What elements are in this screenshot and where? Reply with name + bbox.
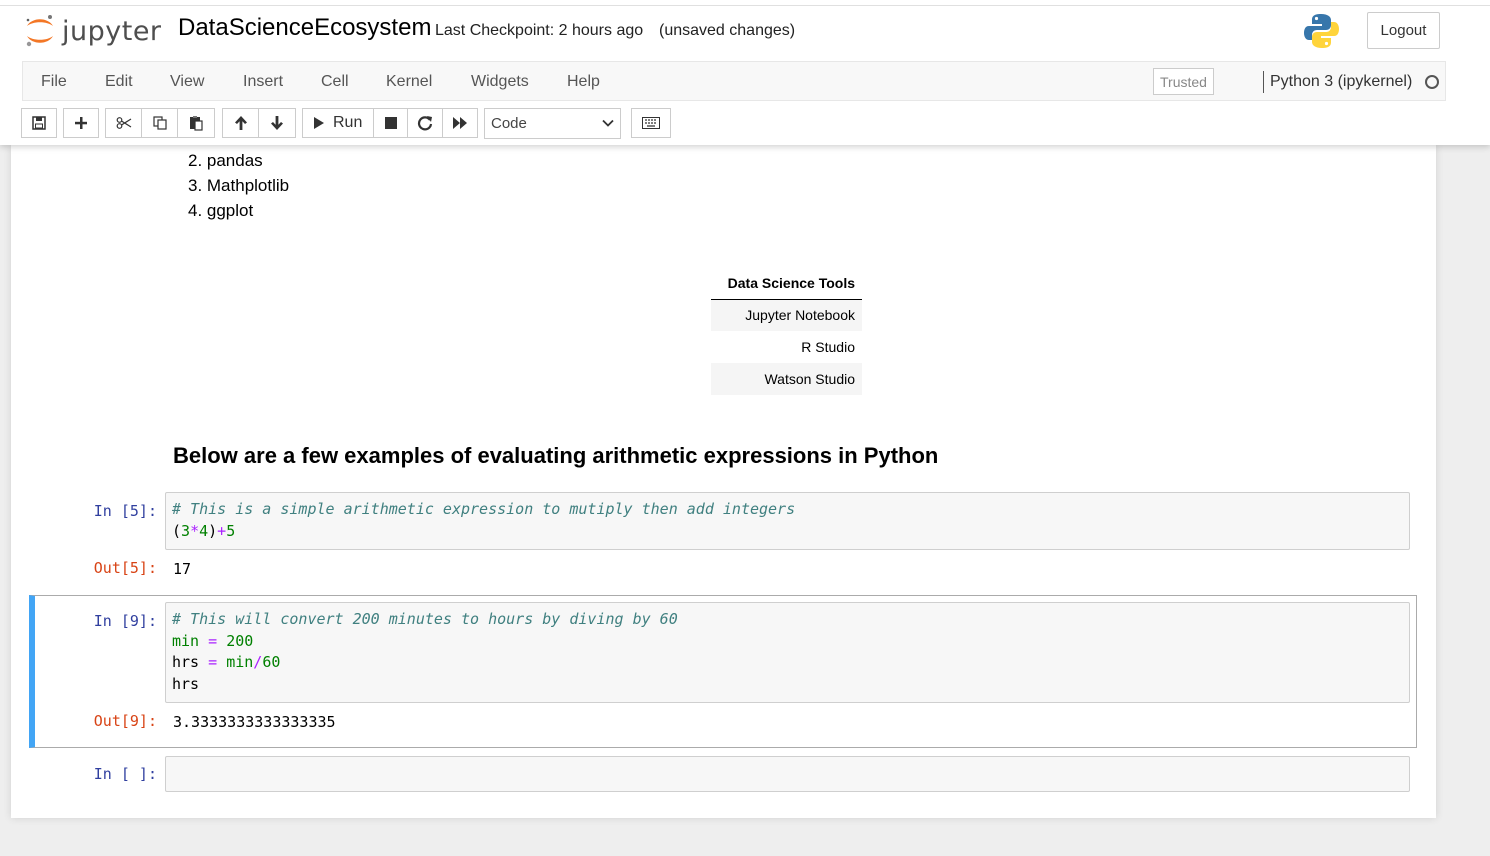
code-comment: # This will convert 200 minutes to hours… bbox=[172, 610, 678, 628]
input-prompt: In [5]: bbox=[93, 502, 157, 520]
cell-output: 17 bbox=[173, 560, 192, 578]
menu-help[interactable]: Help bbox=[567, 73, 600, 91]
table-cell: R Studio bbox=[801, 339, 855, 355]
code-token: hrs bbox=[172, 674, 200, 693]
code-token: 5 bbox=[226, 521, 236, 540]
table-row: Watson Studio bbox=[711, 363, 862, 395]
arrow-up-icon bbox=[234, 116, 247, 130]
kernel-divider bbox=[1263, 71, 1264, 93]
move-down-button[interactable] bbox=[258, 108, 296, 138]
stop-icon bbox=[384, 117, 397, 129]
menu-insert[interactable]: Insert bbox=[243, 73, 283, 91]
code-token: = bbox=[199, 631, 227, 650]
table-row: Jupyter Notebook bbox=[711, 299, 862, 331]
code-token: 60 bbox=[262, 653, 281, 671]
output-prompt: Out[9]: bbox=[93, 712, 157, 730]
paste-button[interactable] bbox=[177, 108, 215, 138]
command-palette-button[interactable] bbox=[631, 108, 671, 138]
top-divider bbox=[0, 5, 1490, 6]
code-input[interactable]: # This is a simple arithmetic expression… bbox=[165, 492, 1410, 550]
menu-view[interactable]: View bbox=[170, 73, 204, 91]
chevron-down-icon bbox=[602, 119, 614, 127]
code-token: 3 bbox=[181, 521, 191, 540]
restart-button[interactable] bbox=[407, 108, 443, 138]
cell-output: 3.3333333333333335 bbox=[173, 713, 336, 731]
list-item: 4. ggplot bbox=[188, 201, 254, 220]
trusted-indicator[interactable]: Trusted bbox=[1153, 68, 1214, 95]
table-cell: Watson Studio bbox=[711, 363, 862, 395]
notebook-name[interactable]: DataScienceEcosystem bbox=[178, 14, 431, 42]
code-token: + bbox=[217, 521, 227, 540]
cell-type-value: Code bbox=[491, 115, 527, 132]
kernel-idle-icon bbox=[1425, 75, 1439, 89]
code-token: min bbox=[172, 631, 200, 650]
code-token: hrs bbox=[172, 653, 200, 671]
code-token: ( bbox=[172, 521, 182, 540]
arrow-down-icon bbox=[271, 116, 283, 130]
code-comment: # This is a simple arithmetic expression… bbox=[172, 500, 796, 518]
table-row: R Studio bbox=[711, 331, 862, 363]
menu-file[interactable]: File bbox=[41, 73, 67, 91]
code-input[interactable] bbox=[165, 756, 1410, 792]
floppy-icon bbox=[32, 116, 46, 130]
copy-button[interactable] bbox=[141, 108, 178, 138]
jupyter-logo-icon bbox=[26, 15, 53, 47]
run-button[interactable]: Run bbox=[302, 108, 374, 138]
menu-edit[interactable]: Edit bbox=[105, 73, 133, 91]
code-token: min bbox=[226, 653, 254, 671]
menu-widgets[interactable]: Widgets bbox=[471, 73, 529, 91]
code-token: * bbox=[190, 521, 200, 540]
move-up-button[interactable] bbox=[222, 108, 259, 138]
table-header: Data Science Tools bbox=[711, 268, 862, 300]
code-input[interactable]: # This will convert 200 minutes to hours… bbox=[165, 602, 1410, 703]
menu-bar: File Edit View Insert Cell Kernel Widget… bbox=[22, 61, 1446, 101]
fast-forward-icon bbox=[453, 117, 467, 129]
python-logo-icon bbox=[1303, 12, 1340, 55]
table-header-row: Data Science Tools bbox=[711, 268, 862, 300]
section-heading: Below are a few examples of evaluating a… bbox=[173, 443, 939, 468]
menu-cell[interactable]: Cell bbox=[321, 73, 349, 91]
input-prompt: In [ ]: bbox=[93, 765, 157, 783]
cell-type-select[interactable]: Code bbox=[484, 108, 621, 139]
table-cell: Jupyter Notebook bbox=[711, 299, 862, 331]
checkpoint-status: Last Checkpoint: 2 hours ago bbox=[435, 22, 644, 39]
jupyter-logo[interactable]: jupyter bbox=[24, 12, 162, 50]
logout-button[interactable]: Logout bbox=[1367, 12, 1440, 49]
keyboard-icon bbox=[642, 117, 660, 129]
kernel-name[interactable]: Python 3 (ipykernel) bbox=[1270, 73, 1412, 91]
autosave-status: (unsaved changes) bbox=[659, 22, 796, 39]
play-icon bbox=[314, 117, 324, 129]
run-label: Run bbox=[333, 114, 363, 131]
paste-icon bbox=[190, 116, 203, 131]
notebook-header: jupyter DataScienceEcosystem Last Checkp… bbox=[0, 0, 1490, 145]
input-prompt: In [9]: bbox=[93, 612, 157, 630]
output-prompt: Out[5]: bbox=[93, 559, 157, 577]
jupyter-wordmark: jupyter bbox=[62, 15, 162, 47]
code-token: / bbox=[253, 653, 263, 671]
code-token: 4 bbox=[199, 521, 209, 540]
menu-kernel[interactable]: Kernel bbox=[386, 73, 432, 91]
code-token: ) bbox=[208, 521, 218, 540]
save-button[interactable] bbox=[21, 108, 57, 138]
insert-cell-button[interactable] bbox=[63, 108, 99, 138]
restart-run-all-button[interactable] bbox=[442, 108, 478, 138]
list-item: 3. Mathplotlib bbox=[188, 176, 290, 195]
data-science-tools-table: Data Science Tools Jupyter Notebook R St… bbox=[711, 268, 862, 395]
copy-icon bbox=[152, 116, 167, 130]
plus-icon bbox=[75, 117, 87, 129]
list-item: 2. pandas bbox=[188, 151, 263, 170]
scissors-icon bbox=[116, 117, 131, 129]
code-token: = bbox=[199, 653, 227, 671]
restart-icon bbox=[417, 116, 433, 131]
cut-button[interactable] bbox=[105, 108, 142, 138]
code-token: 200 bbox=[226, 631, 254, 650]
interrupt-button[interactable] bbox=[373, 108, 408, 138]
